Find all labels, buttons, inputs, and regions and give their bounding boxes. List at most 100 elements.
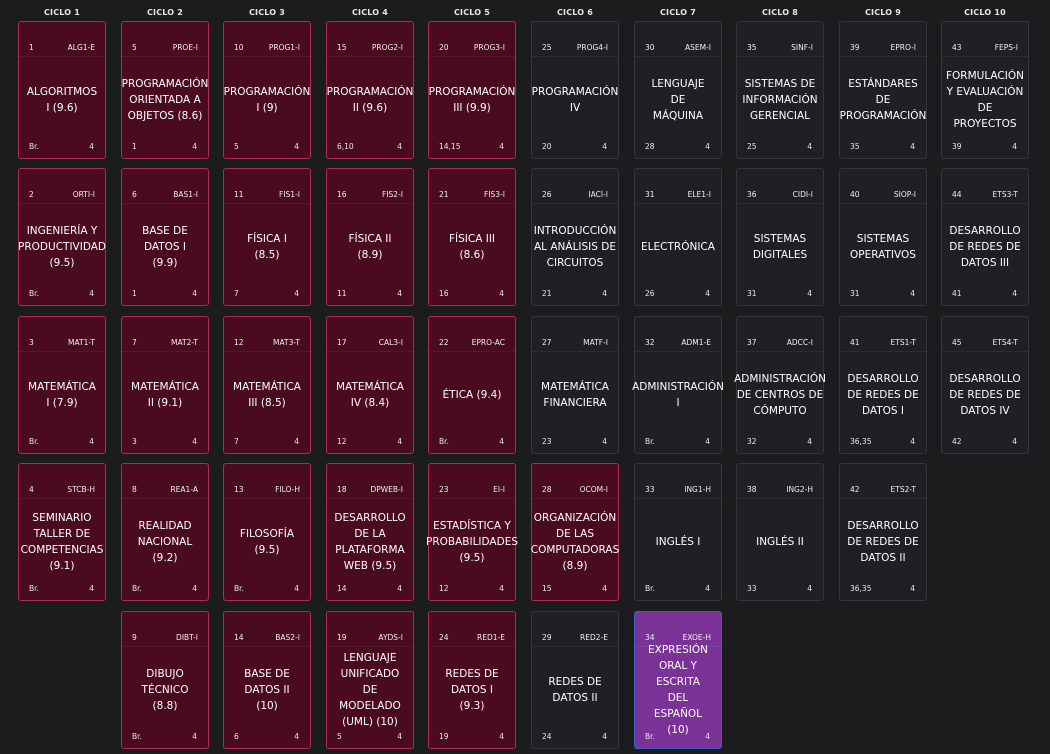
course-prerequisite: 6 xyxy=(234,732,239,741)
course-card-cal3-i[interactable]: MATEMÁTICA IV (8.4) 17 CAL3-I 12 4 xyxy=(326,316,414,454)
course-card-ets1-t[interactable]: DESARROLLO DE REDES DE DATOS I 41 ETS1-T 36,3… xyxy=(839,316,927,454)
course-name: ESTÁNDARES DE PROGRAMACIÓN xyxy=(839,78,927,122)
course-name: LENGUAJE DE MÁQUINA xyxy=(651,78,705,122)
course-card-epro-i[interactable]: ESTÁNDARES DE PROGRAMACIÓN 39 EPRO-I 35 4 xyxy=(839,21,927,159)
course-card-ocom-i[interactable]: ORGANIZACIÓN DE LAS COMPUTADORAS (8.9) 28 OCO… xyxy=(531,463,619,601)
course-credits: 4 xyxy=(294,437,299,446)
course-card-dibt-i[interactable]: DIBUJO TÉCNICO (8.8) 9 DIBT-I Br. 4 xyxy=(121,611,209,749)
course-prerequisite: 16 xyxy=(439,289,449,298)
course-card-mat3-t[interactable]: MATEMÁTICA III (8.5) 12 MAT3-T 7 4 xyxy=(223,316,311,454)
course-credits: 4 xyxy=(602,732,607,741)
course-credits: 4 xyxy=(294,732,299,741)
course-card-matf-i[interactable]: MATEMÁTICA FINANCIERA 27 MATF-I 23 4 xyxy=(531,316,619,454)
course-code: PROG3-I xyxy=(473,43,505,52)
course-prerequisite: Br. xyxy=(29,142,39,151)
course-number: 20 xyxy=(439,43,449,52)
course-card-fis3-i[interactable]: FÍSICA III (8.6) 21 FIS3-I 16 4 xyxy=(428,168,516,306)
course-card-siop-i[interactable]: SISTEMAS OPERATIVOS 40 SIOP-I 31 4 xyxy=(839,168,927,306)
course-card-ets4-t[interactable]: DESARROLLO DE REDES DE DATOS IV 45 ETS4-T 42 4 xyxy=(941,316,1029,454)
course-card-red1-e[interactable]: REDES DE DATOS I (9.3) 24 RED1-E 19 4 xyxy=(428,611,516,749)
course-card-mat1-t[interactable]: MATEMÁTICA I (7.9) 3 MAT1-T Br. 4 xyxy=(18,316,106,454)
course-name: DESARROLLO DE REDES DE DATOS IV xyxy=(949,373,1021,417)
course-credits: 4 xyxy=(910,437,915,446)
course-code: SIOP-I xyxy=(893,190,916,199)
course-name: DESARROLLO DE REDES DE DATOS I xyxy=(847,373,919,417)
course-name: BASE DE DATOS II (10) xyxy=(244,668,290,712)
course-name: FORMULACIÓN Y EVALUACIÓN DE PROYECTOS xyxy=(946,70,1024,130)
course-card-filo-h[interactable]: FILOSOFÍA (9.5) 13 FILO-H Br. 4 xyxy=(223,463,311,601)
course-card-asem-i[interactable]: LENGUAJE DE MÁQUINA 30 ASEM-I 28 4 xyxy=(634,21,722,159)
course-card-alg1-e[interactable]: ALGORITMOS I (9.6) 1 ALG1-E Br. 4 xyxy=(18,21,106,159)
course-name: MATEMÁTICA II (9.1) xyxy=(131,381,199,409)
course-name: DESARROLLO DE LA PLATAFORMA WEB (9.5) xyxy=(334,512,406,572)
course-prerequisite: 28 xyxy=(645,142,655,151)
course-prerequisite: 35 xyxy=(850,142,860,151)
course-card-adcc-i[interactable]: ADMINISTRACIÓN DE CENTROS DE CÓMPUTO 37 ADCC… xyxy=(734,316,826,454)
course-card-cidi-i[interactable]: SISTEMAS DIGITALES 36 CIDI-I 31 4 xyxy=(736,168,824,306)
course-name: SISTEMAS DIGITALES xyxy=(752,233,808,261)
course-credits: 4 xyxy=(1012,437,1017,446)
course-card-prog4-i[interactable]: PROGRAMACIÓN IV 25 PROG4-I 20 4 xyxy=(531,21,619,159)
course-prerequisite: 7 xyxy=(234,289,239,298)
course-prerequisite: Br. xyxy=(132,584,142,593)
course-credits: 4 xyxy=(705,584,710,593)
course-card-ing2-h[interactable]: INGLÉS II 38 ING2-H 33 4 xyxy=(736,463,824,601)
course-name: PROGRAMACIÓN II (9.6) xyxy=(326,86,414,114)
course-card-bas2-i[interactable]: BASE DE DATOS II (10) 14 BAS2-I 6 4 xyxy=(223,611,311,749)
course-card-dpweb-i[interactable]: DESARROLLO DE LA PLATAFORMA WEB (9.5) 18 DPWE… xyxy=(326,463,414,601)
course-card-stcb-h[interactable]: SEMINARIO TALLER DE COMPETENCIAS (9.1) 4 STCB… xyxy=(18,463,106,601)
course-credits: 4 xyxy=(705,289,710,298)
course-number: 43 xyxy=(952,43,962,52)
course-name: PROGRAMACIÓN ORIENTADA A OBJETOS (8.6) xyxy=(121,78,209,122)
course-number: 7 xyxy=(132,338,137,347)
course-code: MAT2-T xyxy=(171,338,198,347)
course-card-ing1-h[interactable]: INGLÉS I 33 ING1-H Br. 4 xyxy=(634,463,722,601)
course-prerequisite: 31 xyxy=(747,289,757,298)
course-prerequisite: 1 xyxy=(132,289,137,298)
course-card-prog2-i[interactable]: PROGRAMACIÓN II (9.6) 15 PROG2-I 6,10 4 xyxy=(326,21,414,159)
course-number: 14 xyxy=(234,633,244,642)
course-card-ei-i[interactable]: ESTADÍSTICA Y PROBABILIDADES (9.5) 23 EI-I 12… xyxy=(426,463,518,601)
course-name: PROGRAMACIÓN IV xyxy=(531,86,619,114)
course-card-adm1-e[interactable]: ADMINISTRACIÓN I 32 ADM1-E Br. 4 xyxy=(632,316,724,454)
course-credits: 4 xyxy=(397,732,402,741)
course-card-prog1-i[interactable]: PROGRAMACIÓN I (9) 10 PROG1-I 5 4 xyxy=(223,21,311,159)
course-code: MAT3-T xyxy=(273,338,300,347)
course-prerequisite: Br. xyxy=(29,584,39,593)
course-card-feps-i[interactable]: FORMULACIÓN Y EVALUACIÓN DE PROYECTOS 43 FEPS… xyxy=(941,21,1029,159)
course-card-ets3-t[interactable]: DESARROLLO DE REDES DE DATOS III 44 ETS3-T 41… xyxy=(941,168,1029,306)
course-number: 2 xyxy=(29,190,34,199)
course-prerequisite: 5 xyxy=(337,732,342,741)
course-card-red2-e[interactable]: REDES DE DATOS II 29 RED2-E 24 4 xyxy=(531,611,619,749)
course-code: EPRO-AC xyxy=(471,338,505,347)
course-card-rea1-a[interactable]: REALIDAD NACIONAL (9.2) 8 REA1-A Br. 4 xyxy=(121,463,209,601)
course-card-ele1-i[interactable]: ELECTRÓNICA 31 ELE1-I 26 4 xyxy=(634,168,722,306)
course-credits: 4 xyxy=(910,142,915,151)
course-card-bas1-i[interactable]: BASE DE DATOS I (9.9) 6 BAS1-I 1 4 xyxy=(121,168,209,306)
course-card-ets2-t[interactable]: DESARROLLO DE REDES DE DATOS II 42 ETS2-T 36,… xyxy=(839,463,927,601)
course-card-orti-i[interactable]: INGENIERÍA Y PRODUCTIVIDAD (9.5) 2 ORTI-I Br.… xyxy=(18,168,106,306)
course-card-proe-i[interactable]: PROGRAMACIÓN ORIENTADA A OBJETOS (8.6) 5 PRO… xyxy=(121,21,209,159)
course-name: DESARROLLO DE REDES DE DATOS III xyxy=(949,225,1021,269)
course-card-epro-ac[interactable]: ÉTICA (9.4) 22 EPRO-AC Br. 4 xyxy=(428,316,516,454)
course-name: DESARROLLO DE REDES DE DATOS II xyxy=(847,520,919,564)
course-card-mat2-t[interactable]: MATEMÁTICA II (9.1) 7 MAT2-T 3 4 xyxy=(121,316,209,454)
course-credits: 4 xyxy=(705,732,710,741)
course-credits: 4 xyxy=(294,142,299,151)
course-card-prog3-i[interactable]: PROGRAMACIÓN III (9.9) 20 PROG3-I 14,15 4 xyxy=(428,21,516,159)
course-card-exoe-h[interactable]: EXPRESIÓN ORAL Y ESCRITA DEL ESPAÑOL (10) 34 EX… xyxy=(634,611,722,749)
course-credits: 4 xyxy=(910,584,915,593)
cycle-header-7: CICLO 7 xyxy=(659,8,697,17)
course-number: 35 xyxy=(747,43,757,52)
course-name: REDES DE DATOS I (9.3) xyxy=(445,668,499,712)
course-card-iaci-i[interactable]: INTRODUCCIÓN AL ANÁLISIS DE CIRCUITOS 26 IAC… xyxy=(531,168,619,306)
course-card-ayds-i[interactable]: LENGUAJE UNIFICADO DE MODELADO (UML) (10) 19 A… xyxy=(326,611,414,749)
cycle-header-6: CICLO 6 xyxy=(556,8,594,17)
course-card-fis2-i[interactable]: FÍSICA II (8.9) 16 FIS2-I 11 4 xyxy=(326,168,414,306)
course-number: 37 xyxy=(747,338,757,347)
course-credits: 4 xyxy=(89,142,94,151)
course-card-fis1-i[interactable]: FÍSICA I (8.5) 11 FIS1-I 7 4 xyxy=(223,168,311,306)
course-code: BAS1-I xyxy=(173,190,198,199)
curriculum-board: CICLO 1 CICLO 2 CICLO 3 CICLO 4 CICLO 5 CICLO… xyxy=(0,0,1050,754)
course-card-sinf-i[interactable]: SISTEMAS DE INFORMACIÓN GERENCIAL 35 SINF-I 2… xyxy=(736,21,824,159)
